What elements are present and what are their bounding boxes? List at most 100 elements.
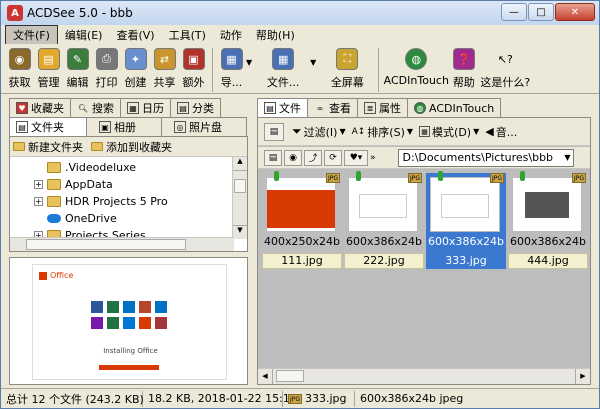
minimize-button[interactable]: — bbox=[501, 3, 527, 21]
left-tabs-top: ♥ 收藏夹 🔍︎ 搜索 ▦ 日历 ▤ 分类 bbox=[9, 98, 221, 117]
share-button[interactable]: ⇄ 共享 bbox=[150, 48, 179, 90]
close-button[interactable]: ✕ bbox=[555, 3, 595, 21]
manage-button[interactable]: ▤ 管理 bbox=[34, 48, 63, 90]
menu-edit[interactable]: 编辑(E) bbox=[58, 26, 110, 44]
sort-label: 排序(S) bbox=[367, 125, 405, 139]
office-logo: Office bbox=[39, 271, 73, 280]
fullscreen-button[interactable]: ⛶ 全屏幕 bbox=[320, 48, 374, 90]
help-label: 帮助 bbox=[452, 76, 475, 89]
file-button[interactable]: ▦ 文件... bbox=[256, 48, 310, 90]
menu-actions[interactable]: 动作 bbox=[213, 26, 249, 44]
new-folder-button[interactable]: 新建文件夹 bbox=[13, 139, 83, 155]
create-button[interactable]: ✦ 创建 bbox=[121, 48, 150, 90]
thumbnail-name: 333.jpg bbox=[426, 253, 506, 269]
glasses-icon: ∞ bbox=[316, 103, 324, 113]
app-icons-grid bbox=[91, 301, 167, 329]
jpg-status-icon: JPG bbox=[288, 393, 302, 404]
guide-label: 导... bbox=[220, 76, 243, 89]
guide-button[interactable]: ▦ 导... bbox=[217, 48, 246, 90]
acdintouch-button[interactable]: ◍ ACDInTouch bbox=[383, 48, 449, 87]
path-text: D:\Documents\Pictures\bbb bbox=[402, 151, 554, 164]
tree-horizontal-scrollbar[interactable] bbox=[10, 237, 234, 251]
tab-view[interactable]: ∞ 查看 bbox=[307, 98, 358, 117]
tab-category[interactable]: ▤ 分类 bbox=[170, 98, 221, 117]
folder-icon bbox=[47, 179, 61, 190]
thumbnail-item[interactable]: JPG 600x386x24b 444.jpg bbox=[508, 171, 588, 269]
mode-button[interactable]: ▦ 模式(D) ▼ bbox=[419, 124, 479, 140]
jpg-badge-icon: JPG bbox=[572, 173, 586, 183]
guide-dropdown-icon[interactable]: ▼ bbox=[246, 58, 252, 67]
main-toolbar: ◉ 获取 ▤ 管理 ✎ 编辑 ⎙ 打印 ✦ 创建 ⇄ 共享 ▣ 额外 ▦ 导..… bbox=[1, 44, 599, 94]
tree-vertical-scrollbar[interactable]: ▲ ▼ bbox=[232, 157, 247, 239]
menu-file[interactable]: 文件(F) bbox=[5, 24, 58, 45]
whatsthis-button[interactable]: ↖? 这是什么? bbox=[478, 48, 532, 90]
expand-icon[interactable]: + bbox=[34, 180, 43, 189]
path-dropdown-icon[interactable]: ▼ bbox=[564, 153, 570, 162]
thumbnail-item[interactable]: JPG 600x386x24b 222.jpg bbox=[344, 171, 424, 269]
add-favorite-icon bbox=[91, 142, 103, 151]
extra-button[interactable]: ▣ 额外 bbox=[179, 48, 208, 90]
print-button[interactable]: ⎙ 打印 bbox=[92, 48, 121, 90]
acdintouch-label: ACDInTouch bbox=[383, 74, 449, 87]
menu-view[interactable]: 查看(V) bbox=[109, 26, 161, 44]
share-label: 共享 bbox=[153, 76, 176, 89]
tab-album[interactable]: ▣ 相册 bbox=[86, 117, 162, 136]
pin-icon bbox=[520, 171, 525, 181]
tab-file[interactable]: ▤ 文件 bbox=[257, 98, 308, 117]
help-book-icon: ❓ bbox=[452, 48, 475, 70]
tab-properties-label: 属性 bbox=[379, 102, 401, 115]
tree-item[interactable]: .Videodeluxe bbox=[34, 159, 247, 176]
preview-progress-bar bbox=[99, 365, 159, 370]
tree-item[interactable]: OneDrive bbox=[34, 210, 247, 227]
tab-calendar[interactable]: ▦ 日历 bbox=[120, 98, 171, 117]
menu-help[interactable]: 帮助(H) bbox=[249, 26, 302, 44]
tab-favorites[interactable]: ♥ 收藏夹 bbox=[9, 98, 71, 117]
thumbnail-item[interactable]: JPG 400x250x24b 111.jpg bbox=[262, 171, 342, 269]
expand-icon[interactable]: + bbox=[34, 197, 43, 206]
refresh-icon[interactable]: ⟳ bbox=[324, 149, 342, 166]
acquire-button[interactable]: ◉ 获取 bbox=[5, 48, 34, 90]
fullscreen-icon: ⛶ bbox=[336, 48, 359, 70]
extra-label: 额外 bbox=[182, 76, 205, 89]
up-folder-icon[interactable]: ⤴ bbox=[304, 149, 322, 166]
camera-small-icon[interactable]: ◉ bbox=[284, 149, 302, 166]
thumbnail-image bbox=[512, 177, 582, 232]
favorites-dropdown-icon[interactable]: ♥▾ bbox=[344, 149, 368, 166]
folder-up-icon[interactable]: ▤ bbox=[264, 122, 284, 141]
menu-tools[interactable]: 工具(T) bbox=[162, 26, 213, 44]
thumbnail-horizontal-scrollbar[interactable]: ◀ ▶ bbox=[258, 368, 590, 384]
path-combobox[interactable]: D:\Documents\Pictures\bbb ▼ bbox=[397, 148, 574, 167]
more-icon[interactable]: » bbox=[370, 153, 376, 163]
filter-button[interactable]: ⏷ 过滤(I) ▼ bbox=[292, 124, 346, 140]
status-bar: 总计 12 个文件 (243.2 KB) 18.2 KB, 2018-01-22… bbox=[1, 388, 599, 408]
thumbnail-image bbox=[266, 177, 336, 232]
tab-favorites-label: 收藏夹 bbox=[31, 102, 64, 115]
tab-folders-label: 文件夹 bbox=[31, 121, 64, 134]
whatsthis-icon: ↖? bbox=[494, 48, 517, 70]
jpg-badge-icon: JPG bbox=[408, 173, 422, 183]
globe-small-icon: ◍ bbox=[414, 102, 426, 114]
folder-icon[interactable]: ▤ bbox=[264, 149, 282, 166]
tab-search[interactable]: 🔍︎ 搜索 bbox=[70, 98, 121, 117]
add-favorite-button[interactable]: 添加到收藏夹 bbox=[91, 139, 172, 155]
thumbnail-item[interactable]: JPG 600x386x24b 333.jpg bbox=[426, 171, 506, 269]
toolbar-separator bbox=[212, 48, 213, 92]
thumbnail-name: 111.jpg bbox=[262, 253, 342, 269]
file-dropdown-icon[interactable]: ▼ bbox=[310, 58, 316, 67]
status-filename-cell: JPG 333.jpg bbox=[283, 390, 355, 407]
maximize-button[interactable]: □ bbox=[528, 3, 554, 21]
help-button[interactable]: ❓ 帮助 bbox=[449, 48, 478, 90]
window-title: ACDSee 5.0 - bbb bbox=[27, 6, 133, 20]
sound-button[interactable]: ◀︎ 音... bbox=[485, 124, 517, 140]
tab-acdintouch[interactable]: ◍ ACDInTouch bbox=[407, 98, 502, 117]
toolbar-separator bbox=[378, 48, 380, 92]
edit-button[interactable]: ✎ 编辑 bbox=[63, 48, 92, 90]
tree-item[interactable]: + AppData bbox=[34, 176, 247, 193]
sort-button[interactable]: A↕ 排序(S) ▼ bbox=[352, 124, 413, 140]
tab-properties[interactable]: ≣ 属性 bbox=[357, 98, 408, 117]
tab-photo-disc[interactable]: ◎ 照片盘 bbox=[161, 117, 247, 136]
folder-icon bbox=[47, 196, 61, 207]
thumbnail-name: 222.jpg bbox=[344, 253, 424, 269]
tab-folders[interactable]: ▤ 文件夹 bbox=[9, 117, 87, 136]
tree-item[interactable]: + HDR Projects 5 Pro bbox=[34, 193, 247, 210]
